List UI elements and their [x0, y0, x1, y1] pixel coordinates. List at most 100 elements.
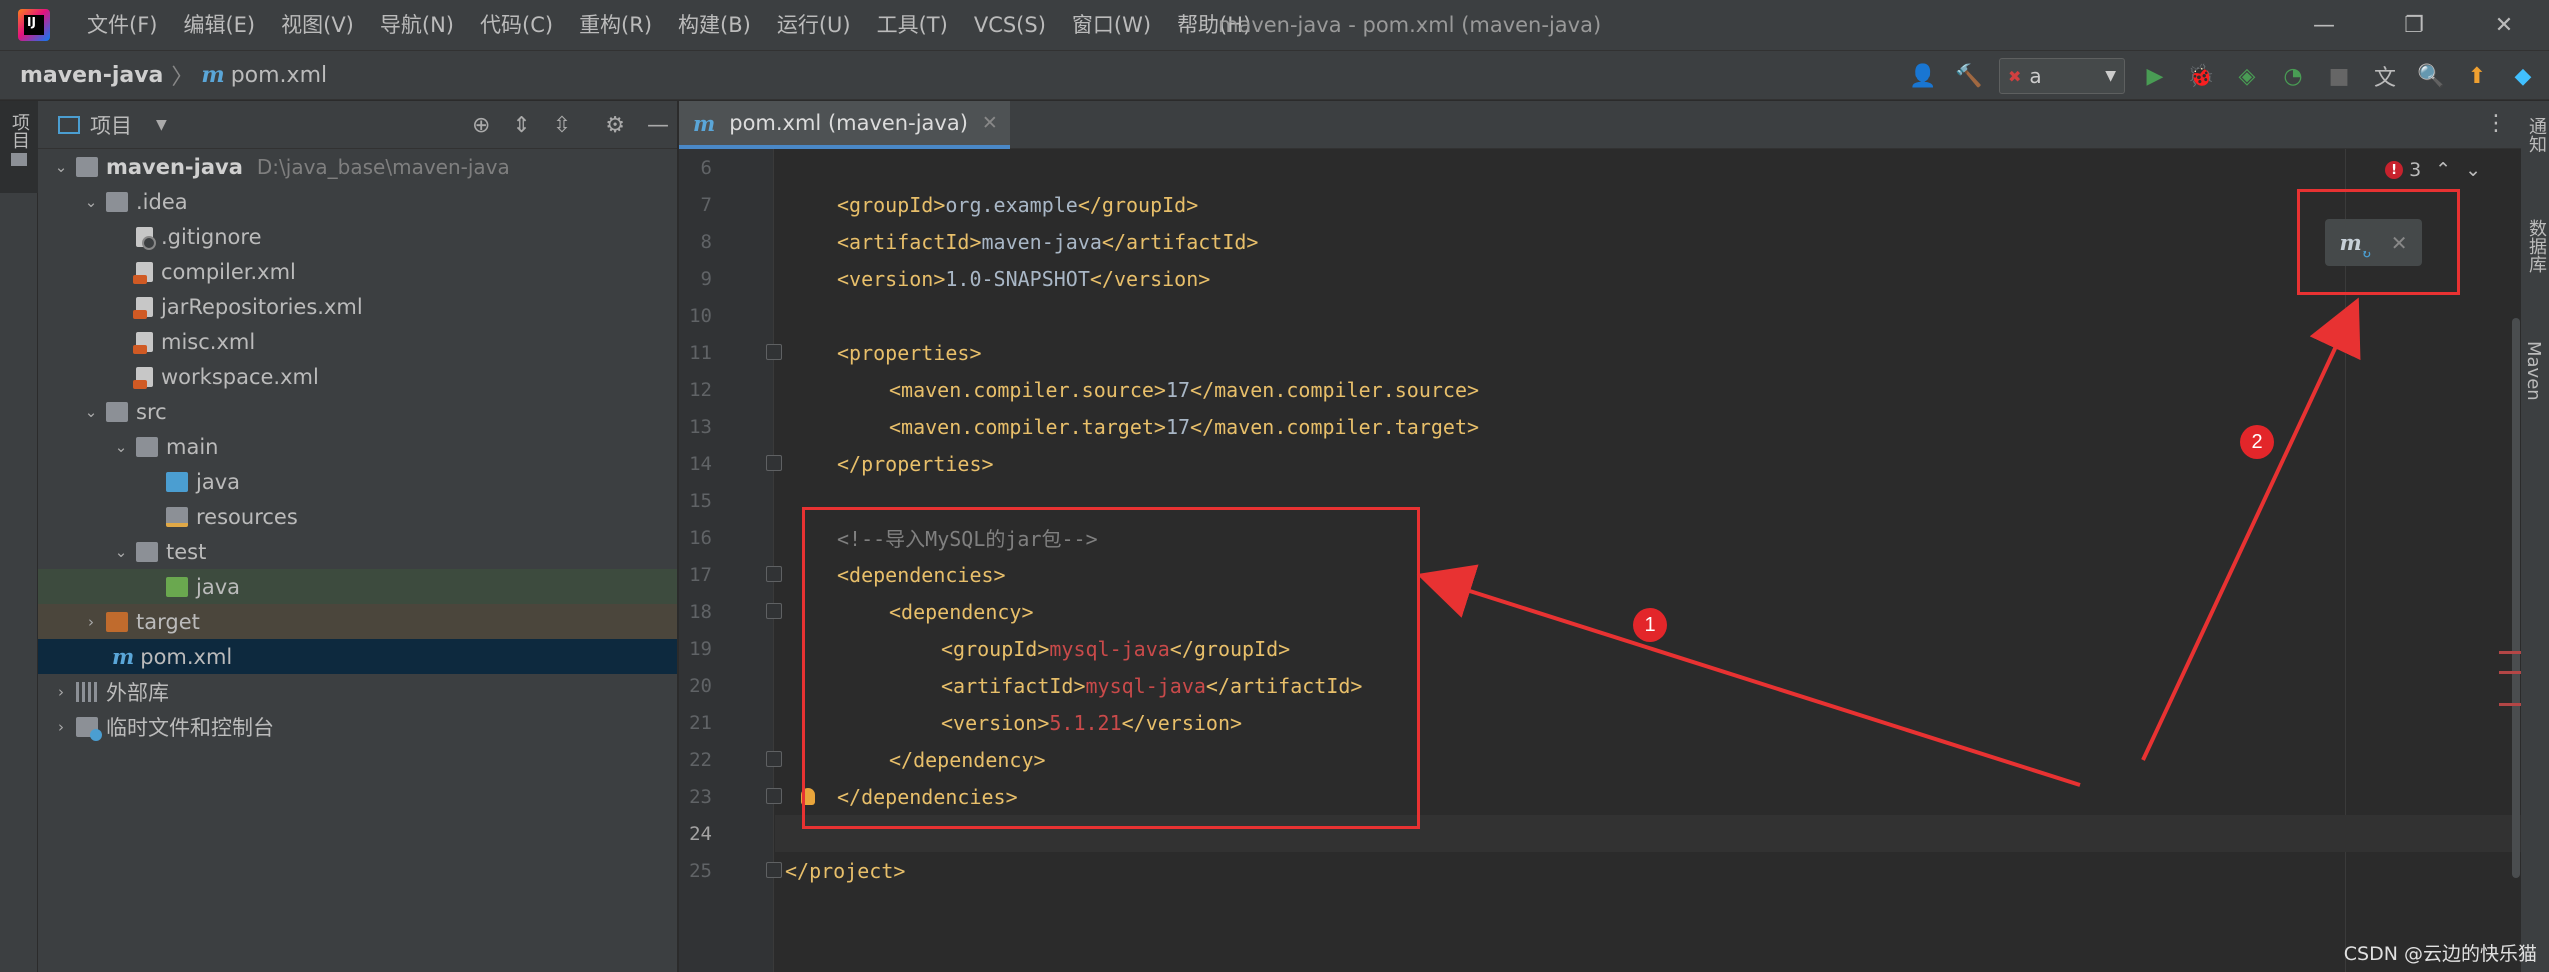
menu-window[interactable]: 窗口(W)	[1059, 0, 1164, 50]
fold-marker-icon[interactable]	[766, 751, 782, 767]
tree-label: main	[166, 434, 219, 459]
tree-row-misc-xml[interactable]: misc.xml	[38, 324, 677, 359]
menu-vcs[interactable]: VCS(S)	[961, 0, 1059, 50]
database-tab[interactable]: 数据库	[2523, 219, 2549, 273]
tree-row-jarrepositories-xml[interactable]: jarRepositories.xml	[38, 289, 677, 324]
menu-tools[interactable]: 工具(T)	[864, 0, 961, 50]
error-stripe-mark[interactable]	[2499, 671, 2521, 674]
code-line[interactable]: 10	[679, 297, 2521, 334]
project-tool-tab[interactable]: 项目	[0, 101, 38, 193]
menu-edit[interactable]: 编辑(E)	[170, 0, 268, 50]
fold-marker-icon[interactable]	[766, 788, 782, 804]
editor-scrollbar[interactable]	[2512, 318, 2520, 878]
tree-row-external-libraries[interactable]: › 外部库	[38, 674, 677, 709]
right-tool-strip: 通知 数据库 Maven	[2521, 101, 2549, 972]
tree-row-pom-xml[interactable]: m pom.xml	[38, 639, 677, 674]
settings-gear-icon[interactable]: ⚙	[605, 113, 625, 138]
line-number: 7	[700, 193, 712, 216]
editor-tab-pom[interactable]: m pom.xml (maven-java) ✕	[679, 101, 1010, 149]
chevron-down-icon[interactable]: ⌄	[82, 403, 100, 421]
notifications-tab[interactable]: 通知	[2523, 117, 2549, 153]
menu-build[interactable]: 构建(B)	[665, 0, 764, 50]
tree-row-resources[interactable]: resources	[38, 499, 677, 534]
profiler-icon[interactable]: ◔	[2277, 60, 2309, 92]
tree-row-project-root[interactable]: ⌄ maven-java D:\java_base\maven-java	[38, 149, 677, 184]
tree-row-workspace-xml[interactable]: workspace.xml	[38, 359, 677, 394]
line-number: 19	[689, 637, 712, 660]
line-number: 25	[689, 859, 712, 882]
menu-refactor[interactable]: 重构(R)	[566, 0, 665, 50]
tree-row-scratches[interactable]: › 临时文件和控制台	[38, 709, 677, 744]
folder-icon	[106, 401, 128, 422]
chevron-down-icon[interactable]: ⌄	[52, 158, 70, 176]
code-line[interactable]: 7 <groupId>org.example</groupId>	[679, 186, 2521, 223]
groupid-value: org.example	[945, 192, 1078, 217]
code-line[interactable]: 9 <version>1.0-SNAPSHOT</version>	[679, 260, 2521, 297]
project-tab-label: 项目	[9, 113, 30, 149]
run-config-select[interactable]: ✖ a ▼	[1999, 58, 2125, 94]
menu-run[interactable]: 运行(U)	[764, 0, 864, 50]
code-line[interactable]: 6	[679, 149, 2521, 186]
chevron-down-icon[interactable]: ⌄	[112, 438, 130, 456]
tree-label: .gitignore	[161, 224, 262, 249]
fold-marker-icon[interactable]	[766, 455, 782, 471]
debug-icon[interactable]: 🐞	[2185, 60, 2217, 92]
expand-all-icon[interactable]: ⇕	[512, 113, 530, 138]
chevron-right-icon[interactable]: ›	[52, 683, 70, 701]
user-account-icon[interactable]: 👤	[1907, 60, 1939, 92]
view-dropdown-icon[interactable]: ▼	[156, 117, 167, 133]
fold-marker-icon[interactable]	[766, 344, 782, 360]
chevron-down-icon[interactable]: ⌄	[112, 543, 130, 561]
tree-row-compiler-xml[interactable]: compiler.xml	[38, 254, 677, 289]
menu-navigate[interactable]: 导航(N)	[367, 0, 467, 50]
breadcrumb-project[interactable]: maven-java	[20, 63, 163, 88]
tree-row-target[interactable]: › target	[38, 604, 677, 639]
close-window-button[interactable]: ✕	[2459, 0, 2549, 50]
menu-code[interactable]: 代码(C)	[467, 0, 566, 50]
search-icon[interactable]: 🔍	[2415, 60, 2447, 92]
jetbrains-toolbox-icon[interactable]: ◆	[2507, 60, 2539, 92]
tree-row-gitignore[interactable]: .gitignore	[38, 219, 677, 254]
select-opened-file-icon[interactable]: ⊕	[472, 113, 490, 138]
code-line[interactable]: 25 </project>	[679, 852, 2521, 889]
breadcrumb-file[interactable]: pom.xml	[231, 63, 327, 88]
run-icon[interactable]: ▶	[2139, 60, 2171, 92]
stop-icon[interactable]: ■	[2323, 60, 2355, 92]
folder-icon	[106, 191, 128, 212]
line-number: 17	[689, 563, 712, 586]
restore-button[interactable]: ❐	[2369, 0, 2459, 50]
code-line[interactable]: 8 <artifactId>maven-java</artifactId>	[679, 223, 2521, 260]
more-options-icon[interactable]: ⋮	[2485, 111, 2507, 136]
project-tree: ⌄ maven-java D:\java_base\maven-java ⌄ .…	[38, 149, 677, 744]
tree-row-test[interactable]: ⌄ test	[38, 534, 677, 569]
chevron-down-icon[interactable]: ⌄	[82, 193, 100, 211]
error-stripe-mark[interactable]	[2499, 651, 2521, 654]
chevron-right-icon[interactable]: ›	[52, 718, 70, 736]
xml-file-icon	[133, 366, 153, 389]
fold-marker-icon[interactable]	[766, 603, 782, 619]
code-line[interactable]: 12 <maven.compiler.source>17</maven.comp…	[679, 371, 2521, 408]
tree-row-main-java[interactable]: java	[38, 464, 677, 499]
code-line[interactable]: 11 <properties>	[679, 334, 2521, 371]
close-tab-icon[interactable]: ✕	[982, 112, 998, 134]
tree-row-src[interactable]: ⌄ src	[38, 394, 677, 429]
menu-file[interactable]: 文件(F)	[74, 0, 170, 50]
tree-row-test-java[interactable]: java	[38, 569, 677, 604]
source-folder-icon	[166, 471, 188, 492]
coverage-icon[interactable]: ◈	[2231, 60, 2263, 92]
translate-icon[interactable]: 文	[2369, 60, 2401, 92]
build-hammer-icon[interactable]: 🔨	[1953, 60, 1985, 92]
hide-panel-icon[interactable]: —	[647, 113, 669, 138]
fold-marker-icon[interactable]	[766, 862, 782, 878]
fold-marker-icon[interactable]	[766, 566, 782, 582]
maven-tab[interactable]: Maven	[2523, 341, 2544, 401]
tree-row-idea[interactable]: ⌄ .idea	[38, 184, 677, 219]
collapse-all-icon[interactable]: ⇳	[553, 113, 571, 138]
menu-view[interactable]: 视图(V)	[268, 0, 367, 50]
chevron-right-icon[interactable]: ›	[82, 613, 100, 631]
update-icon[interactable]: ⬆	[2461, 60, 2493, 92]
tree-row-main[interactable]: ⌄ main	[38, 429, 677, 464]
minimize-button[interactable]: —	[2279, 0, 2369, 50]
code-text: <maven.compiler.source>17</maven.compile…	[889, 377, 1480, 402]
error-stripe-mark[interactable]	[2499, 703, 2521, 706]
